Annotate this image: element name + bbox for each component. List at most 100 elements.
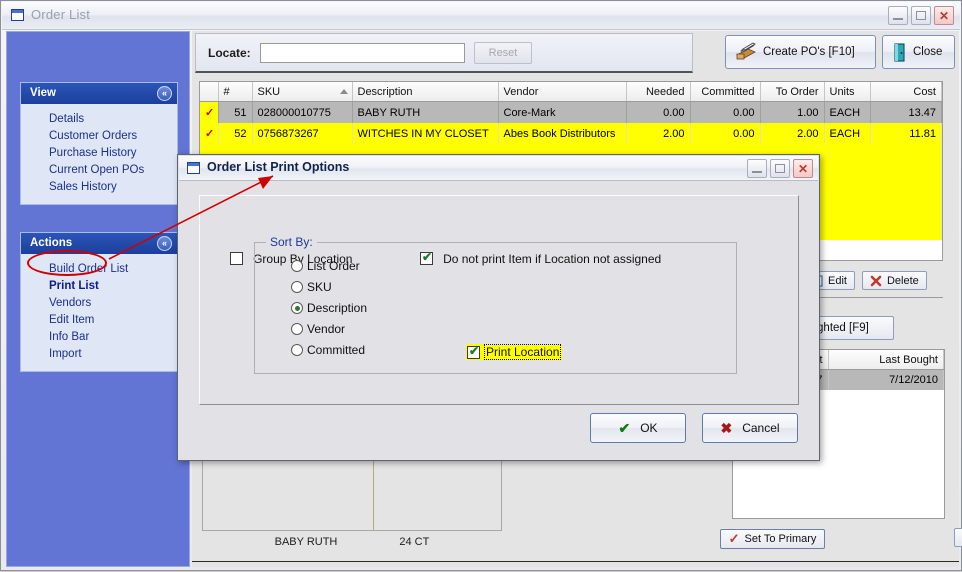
sidebar-item-sales-history[interactable]: Sales History (21, 179, 177, 196)
window-icon (11, 9, 24, 21)
row-check-icon[interactable]: ✓ (200, 123, 219, 144)
sidebar-item-purchase-history[interactable]: Purchase History (21, 145, 177, 162)
nav-group-view: View « Details Customer Orders Purchase … (20, 82, 178, 205)
search-input[interactable] (260, 43, 465, 63)
window-controls: ✕ (888, 6, 954, 25)
sort-by-legend: Sort By: (266, 235, 317, 249)
radio-list-order-label: List Order (307, 259, 360, 273)
chevron-up-icon[interactable]: « (157, 236, 172, 251)
radio-description-button[interactable] (291, 302, 303, 314)
row-committed: 0.00 (690, 123, 761, 144)
dialog-minimize-button[interactable] (747, 159, 767, 178)
close-button[interactable]: ✕ (934, 6, 954, 25)
col-cost[interactable]: Cost (870, 82, 942, 102)
col-units[interactable]: Units (824, 82, 871, 102)
col-vendor[interactable]: Vendor (498, 82, 627, 102)
annotation-ellipse (27, 250, 107, 276)
row-number: 51 (218, 101, 253, 123)
sidebar-item-edit-item[interactable]: Edit Item (21, 312, 177, 329)
sidebar-item-current-open-pos[interactable]: Current Open POs (21, 162, 177, 179)
col-to-order[interactable]: To Order (760, 82, 825, 102)
sidebar-item-details[interactable]: Details (21, 111, 177, 128)
card-file-box-icon (736, 42, 756, 60)
radio-committed[interactable]: Committed (291, 343, 365, 357)
radio-sku[interactable]: SKU (291, 280, 332, 294)
cancel-button[interactable]: ✖ Cancel (702, 413, 798, 443)
nav-group-view-header[interactable]: View « (21, 83, 177, 104)
nav-group-actions-header[interactable]: Actions « (21, 233, 177, 254)
ok-button[interactable]: ✔ OK (590, 413, 686, 443)
sidebar-item-import[interactable]: Import (21, 346, 177, 363)
edit-button-label: Edit (828, 274, 847, 287)
radio-description[interactable]: Description (291, 301, 367, 315)
reset-button[interactable]: Reset (474, 42, 532, 64)
col-last-bought[interactable]: Last Bought (828, 350, 944, 370)
radio-committed-label: Committed (307, 343, 366, 357)
col-number[interactable]: # (218, 82, 253, 102)
sort-by-fieldset: Sort By: List Order SKU Description Vend… (254, 235, 737, 374)
radio-sku-button[interactable] (291, 281, 303, 293)
dialog-title-text: Order List Print Options (207, 160, 350, 174)
dialog-window-controls: ✕ (747, 159, 813, 178)
row-check-icon[interactable]: ✓ (200, 101, 219, 123)
item-caption-pack: 24 CT (399, 536, 430, 548)
col-needed[interactable]: Needed (626, 82, 691, 102)
delete-button-label: Delete (886, 274, 919, 287)
print-location-row[interactable]: Print Location (466, 344, 563, 360)
row-description: BABY RUTH (352, 101, 499, 123)
green-check-icon: ✔ (618, 419, 631, 436)
chevron-up-icon[interactable]: « (157, 86, 172, 101)
row-vendor: Abes Book Distributors (498, 123, 627, 144)
vendor-action-buttons: Add Edit Delete (954, 528, 962, 547)
dialog-maximize-button[interactable] (770, 159, 790, 178)
close-window-button[interactable]: Close (882, 35, 955, 69)
add-button[interactable]: Add (954, 528, 962, 547)
row-needed: 0.00 (626, 101, 691, 123)
delete-button[interactable]: Delete (861, 271, 927, 290)
radio-list-order-button[interactable] (291, 260, 303, 272)
status-bar (192, 561, 959, 568)
set-to-primary-label: Set To Primary (744, 533, 817, 545)
radio-list-order[interactable]: List Order (291, 259, 360, 273)
dialog-close-button[interactable]: ✕ (793, 159, 813, 178)
dialog-body: Group By Location Do not print Item if L… (179, 181, 818, 459)
sidebar-item-info-bar[interactable]: Info Bar (21, 329, 177, 346)
navigation-pane: View « Details Customer Orders Purchase … (6, 31, 190, 567)
row-to-order: 1.00 (760, 101, 825, 123)
window-title-text: Order List (31, 7, 91, 22)
col-sku[interactable]: SKU (252, 82, 353, 102)
row-units: EACH (824, 101, 871, 123)
minimize-button[interactable] (888, 6, 908, 25)
col-check (200, 82, 219, 102)
row-needed: 2.00 (626, 123, 691, 144)
create-pos-button[interactable]: Create PO's [F10] (725, 35, 876, 69)
order-grid-header-row: # SKU Description Vendor Needed Committe… (200, 82, 942, 102)
set-to-primary-button[interactable]: ✓ Set To Primary (720, 529, 825, 549)
radio-sku-label: SKU (307, 280, 332, 294)
nav-group-view-list: Details Customer Orders Purchase History… (21, 104, 177, 204)
window-title-bar: Order List ✕ (2, 2, 960, 30)
table-row[interactable]: ✓ 51 028000010775 BABY RUTH Core-Mark 0.… (200, 101, 942, 123)
radio-vendor-label: Vendor (307, 322, 346, 336)
sidebar-item-customer-orders[interactable]: Customer Orders (21, 128, 177, 145)
maximize-button[interactable] (911, 6, 931, 25)
dialog-title-bar: Order List Print Options ✕ (179, 156, 818, 181)
row-committed: 0.00 (690, 101, 761, 123)
red-x-icon (870, 275, 882, 286)
radio-committed-button[interactable] (291, 344, 303, 356)
col-description[interactable]: Description (352, 82, 499, 102)
vendor-row-last-bought: 7/12/2010 (828, 369, 944, 390)
row-vendor: Core-Mark (498, 101, 627, 123)
row-units: EACH (824, 123, 871, 144)
radio-vendor[interactable]: Vendor (291, 322, 345, 336)
sidebar-item-print-list[interactable]: Print List (21, 278, 177, 295)
cancel-button-label: Cancel (742, 421, 780, 435)
print-location-checkbox[interactable] (467, 344, 480, 359)
sidebar-item-vendors[interactable]: Vendors (21, 295, 177, 312)
col-committed[interactable]: Committed (690, 82, 761, 102)
row-number: 52 (218, 123, 253, 144)
radio-vendor-button[interactable] (291, 323, 303, 335)
row-to-order: 2.00 (760, 123, 825, 144)
table-row[interactable]: ✓ 52 0756873267 WITCHES IN MY CLOSET Abe… (200, 123, 942, 144)
group-by-location-checkbox[interactable] (230, 252, 243, 265)
